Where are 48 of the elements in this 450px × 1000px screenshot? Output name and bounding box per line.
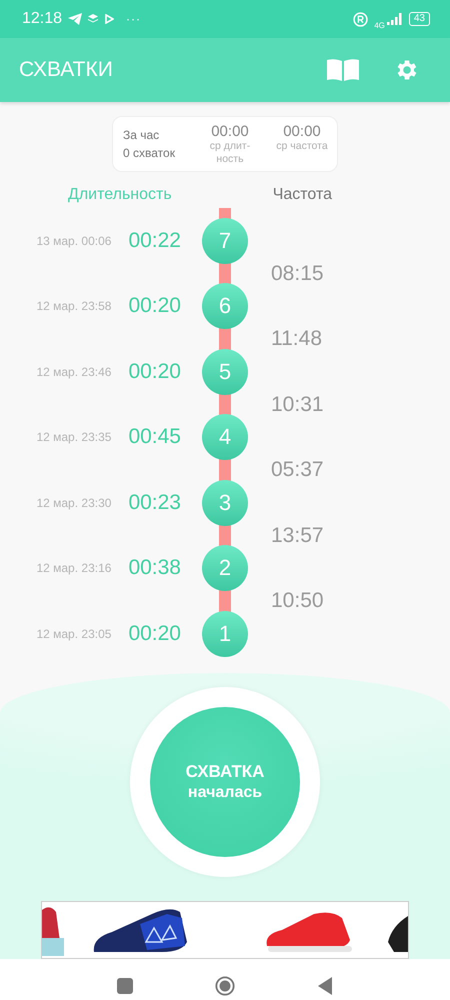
contraction-time: 13 мар. 00:06	[36, 234, 112, 248]
contraction-duration: 00:20	[128, 360, 181, 384]
contraction-duration: 00:20	[128, 622, 181, 646]
paper-plane-icon	[68, 13, 82, 25]
duration-heading: Длительность	[68, 186, 172, 205]
contraction-number: 1	[202, 610, 248, 657]
contraction-duration: 00:20	[128, 294, 181, 318]
contraction-number: 5	[202, 348, 248, 395]
contraction-number: 6	[202, 283, 248, 330]
interval-value: 11:48	[271, 327, 322, 352]
play-icon	[104, 14, 114, 24]
stat-label: ср частота	[275, 140, 329, 152]
contraction-time: 12 мар. 23:35	[36, 430, 112, 444]
start-contraction-button[interactable]: СХВАТКА началась	[150, 706, 300, 856]
contraction-duration: 00:45	[128, 425, 181, 450]
recents-icon[interactable]	[115, 976, 135, 996]
frequency-heading: Частота	[272, 186, 332, 205]
contraction-number: 2	[202, 545, 248, 592]
contraction-time: 12 мар. 23:46	[36, 364, 112, 379]
contraction-time: 12 мар. 23:58	[36, 299, 112, 314]
signal-icon	[386, 13, 403, 25]
contraction-number: 4	[202, 414, 248, 460]
clock: 12:18	[22, 10, 62, 28]
contraction-time: 12 мар. 23:16	[36, 561, 112, 576]
contraction-number: 7	[202, 218, 248, 264]
interval-value: 13:57	[271, 524, 324, 548]
registered-icon	[353, 12, 368, 26]
interval-value: 08:15	[271, 262, 324, 286]
battery-indicator: 43	[408, 12, 430, 26]
contraction-time: 12 мар. 23:30	[36, 496, 112, 510]
network-label: 4G	[374, 20, 385, 30]
stat-label: ср длит-ность	[208, 140, 252, 166]
contraction-duration: 00:22	[128, 228, 181, 253]
stat-value: 00:00	[283, 122, 321, 140]
contraction-time: 12 мар. 23:05	[36, 626, 112, 641]
contraction-count: 0 схваток	[123, 146, 175, 160]
interval-value: 05:37	[271, 458, 324, 482]
contraction-duration: 00:38	[128, 556, 181, 580]
more-indicator: ···	[126, 12, 142, 26]
interval-value: 10:31	[271, 392, 324, 417]
contraction-number: 3	[202, 480, 248, 526]
period-label: За час	[123, 128, 160, 142]
app-title: СХВАТКИ	[19, 58, 113, 82]
contraction-duration: 00:23	[128, 490, 181, 515]
stat-value: 00:00	[211, 122, 249, 140]
layers-icon	[88, 14, 98, 24]
home-icon[interactable]	[215, 976, 235, 996]
interval-value: 10:50	[271, 589, 324, 614]
